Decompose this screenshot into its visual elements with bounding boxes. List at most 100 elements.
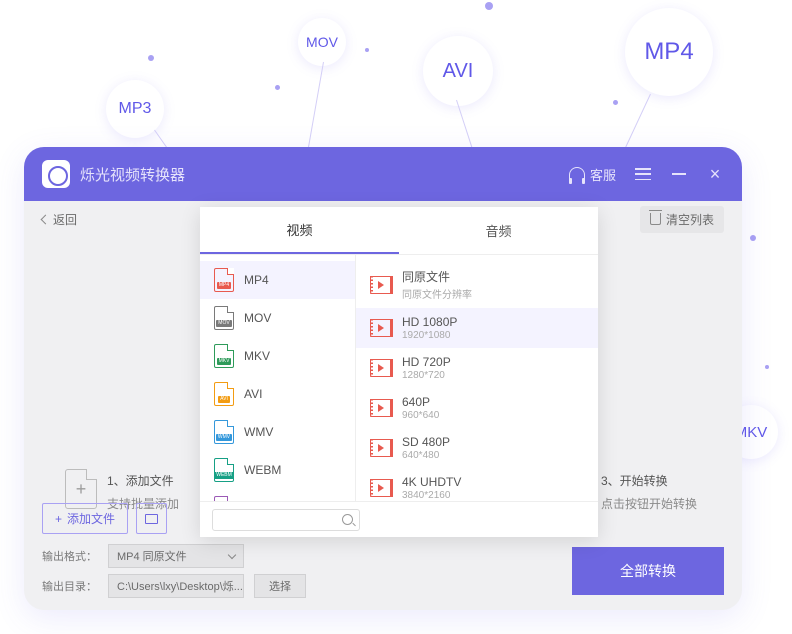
decor-dot (365, 48, 369, 52)
decor-line (306, 62, 324, 159)
output-dir-path: C:\Users\lxy\Desktop\烁... (108, 574, 244, 598)
format-label: WMV (244, 425, 273, 439)
customer-service-label: 客服 (590, 165, 616, 184)
titlebar: 烁光视频转换器 客服 × (24, 147, 742, 201)
step-title: 1、添加文件 (107, 472, 179, 489)
resolution-sub: 640*480 (402, 450, 450, 461)
format-label: AVI (244, 387, 262, 401)
app-title: 烁光视频转换器 (80, 164, 569, 185)
film-icon (370, 479, 392, 497)
resolution-title: SD 480P (402, 435, 450, 449)
output-dir-label: 输出目录： (42, 578, 98, 594)
format-list[interactable]: MP4 MP4 MOV MOV MKV MKV AVI AVI WMV WMV WEBM WEBM FL… (200, 255, 356, 501)
decor-dot (485, 2, 493, 10)
tab-audio[interactable]: 音频 (399, 207, 598, 254)
resolution-title: 同原文件 (402, 268, 472, 285)
format-item[interactable]: WEBM WEBM (200, 451, 355, 489)
decor-dot (275, 85, 280, 90)
back-button[interactable]: 返回 (42, 211, 77, 228)
resolution-item[interactable]: 4K UHDTV3840*2160 (356, 468, 598, 501)
titlebar-actions: 客服 × (569, 165, 724, 184)
format-item[interactable]: FLVFLV (200, 489, 355, 501)
resolution-title: HD 1080P (402, 315, 457, 329)
resolution-item[interactable]: HD 720P1280*720 (356, 348, 598, 388)
format-bubble-mov: MOV (298, 18, 346, 66)
file-format-icon: MP4 (214, 268, 234, 292)
chevron-left-icon (41, 214, 51, 224)
folder-icon (145, 514, 158, 524)
file-format-icon: MOV (214, 306, 234, 330)
bubble-label: AVI (443, 60, 474, 83)
clear-list-button[interactable]: 清空列表 (640, 206, 724, 233)
decor-dot (148, 55, 154, 61)
panes: MP4 MP4 MOV MOV MKV MKV AVI AVI WMV WMV WEBM WEBM FL… (200, 255, 598, 501)
resolution-item[interactable]: 640P960*640 (356, 388, 598, 428)
tabs: 视频 音频 (200, 207, 598, 255)
resolution-item[interactable]: HD 1080P1920*1080 (356, 308, 598, 348)
format-item[interactable]: MP4 MP4 (200, 261, 355, 299)
resolution-sub: 同原文件分辨率 (402, 286, 472, 301)
decor-dot (750, 235, 756, 241)
headset-icon (569, 167, 585, 181)
bubble-label: MP3 (119, 100, 152, 118)
format-item[interactable]: WMV WMV (200, 413, 355, 451)
resolution-sub: 1920*1080 (402, 330, 457, 341)
dropdown-value: MP4 同原文件 (117, 548, 187, 564)
minimize-button[interactable] (670, 165, 688, 183)
format-bubble-avi: AVI (423, 36, 493, 106)
back-label: 返回 (53, 211, 77, 228)
step-title: 3、开始转换 (601, 472, 697, 489)
tab-video[interactable]: 视频 (200, 207, 399, 254)
file-format-icon: WEBM (214, 458, 234, 482)
search-row (200, 501, 598, 537)
clear-list-label: 清空列表 (666, 211, 714, 228)
file-format-icon: AVI (214, 382, 234, 406)
search-input[interactable] (212, 509, 360, 531)
format-popup: 视频 音频 MP4 MP4 MOV MOV MKV MKV AVI AVI WMV WMV WEBM… (200, 207, 598, 537)
format-label: WEBM (244, 463, 281, 477)
bubble-label: MOV (306, 34, 338, 50)
add-folder-button[interactable] (136, 503, 167, 534)
resolution-title: 4K UHDTV (402, 475, 461, 489)
output-format-dropdown[interactable]: MP4 同原文件 (108, 544, 244, 568)
resolution-sub: 3840*2160 (402, 490, 461, 501)
convert-all-button[interactable]: 全部转换 (572, 547, 724, 595)
format-label: MOV (244, 311, 271, 325)
film-icon (370, 439, 392, 457)
chevron-down-icon (228, 550, 236, 558)
resolution-title: 640P (402, 395, 439, 409)
resolution-sub: 1280*720 (402, 370, 451, 381)
close-button[interactable]: × (706, 165, 724, 183)
decor-dot (765, 365, 769, 369)
format-label: MKV (244, 349, 270, 363)
file-format-icon: FLV (214, 496, 234, 501)
add-file-label: 添加文件 (67, 510, 115, 527)
trash-icon (650, 213, 661, 225)
film-icon (370, 276, 392, 294)
menu-button[interactable] (634, 165, 652, 183)
resolution-list[interactable]: 同原文件同原文件分辨率HD 1080P1920*1080HD 720P1280*… (356, 255, 598, 501)
film-icon (370, 359, 392, 377)
film-icon (370, 399, 392, 417)
select-dir-button[interactable]: 选择 (254, 574, 306, 598)
format-item[interactable]: MKV MKV (200, 337, 355, 375)
file-format-icon: MKV (214, 344, 234, 368)
minimize-icon (672, 173, 686, 175)
file-format-icon: WMV (214, 420, 234, 444)
format-label: MP4 (244, 273, 269, 287)
resolution-title: HD 720P (402, 355, 451, 369)
add-file-button[interactable]: + 添加文件 (42, 503, 128, 534)
decor-dot (613, 100, 618, 105)
format-bubble-mp4: MP4 (625, 8, 713, 96)
menu-icon (635, 168, 651, 180)
customer-service-button[interactable]: 客服 (569, 165, 616, 184)
resolution-sub: 960*640 (402, 410, 439, 421)
app-icon (42, 160, 70, 188)
format-item[interactable]: MOV MOV (200, 299, 355, 337)
close-icon: × (710, 165, 721, 183)
resolution-item[interactable]: SD 480P640*480 (356, 428, 598, 468)
search-icon (342, 514, 353, 525)
resolution-item[interactable]: 同原文件同原文件分辨率 (356, 261, 598, 308)
format-item[interactable]: AVI AVI (200, 375, 355, 413)
film-icon (370, 319, 392, 337)
